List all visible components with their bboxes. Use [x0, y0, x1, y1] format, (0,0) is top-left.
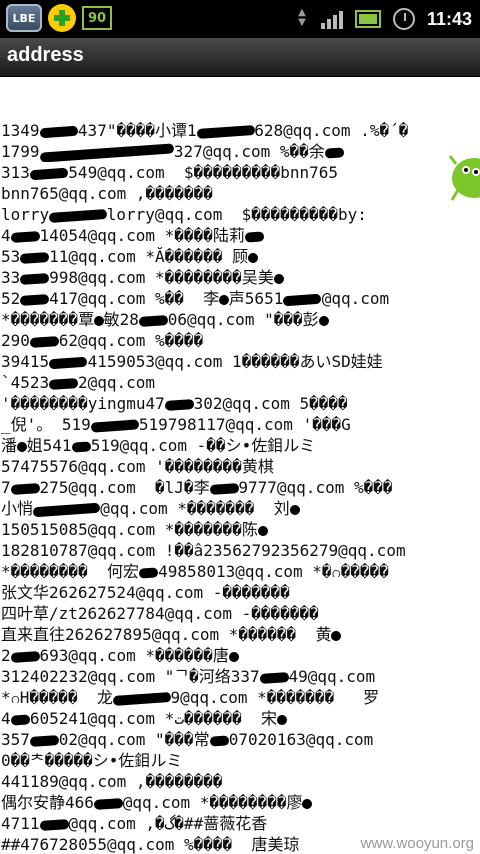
- redaction-mark: [93, 315, 105, 326]
- redaction-mark: [244, 230, 265, 243]
- address-line: *ဂH����� 龙 9@qq.com *������� 罗: [1, 688, 380, 707]
- address-line: 4 14054@qq.com *����陆莉: [0, 225, 480, 246]
- address-line: 53 11@qq.com *Ă������ 顾: [0, 246, 480, 267]
- redaction-mark: [19, 251, 50, 264]
- redaction-mark: [10, 650, 40, 663]
- battery-percent-badge: 90: [82, 6, 113, 30]
- redaction-mark: [10, 482, 40, 495]
- redaction-mark: [90, 418, 140, 433]
- address-line: 0��ᄎ�����シ•佐鉬ルミ: [1, 751, 183, 770]
- address-line: 290 62@qq.com %����: [1, 331, 204, 350]
- redaction-mark: [273, 273, 284, 284]
- redaction-mark: [32, 502, 101, 517]
- address-line: 441189@qq.com ,��������: [1, 772, 223, 791]
- watermark: www.wooyun.org: [360, 835, 474, 852]
- redaction-mark: [276, 714, 287, 725]
- address-line: `4523 2@qq.com: [1, 373, 156, 392]
- redaction-mark: [257, 525, 268, 536]
- address-line: 4711 @qq.com ,�گ�##蔷薇花香: [1, 814, 268, 833]
- redaction-mark: [324, 146, 345, 159]
- redaction-mark: [48, 377, 79, 390]
- address-line: 1349 437"����小谭1 628@qq.com .%�´�: [1, 121, 409, 140]
- address-line: 33 998@qq.com *��������吴美: [0, 267, 480, 288]
- redaction-mark: [29, 734, 60, 747]
- redaction-mark: [10, 713, 31, 726]
- address-line: 52 417@qq.com %�� 李声5651 @qq.com: [1, 289, 390, 308]
- address-line: 57475576@qq.com '��������黄棋: [1, 457, 274, 476]
- redaction-mark: [39, 818, 69, 831]
- address-line: 2 693@qq.com *������唐: [0, 645, 480, 666]
- address-line: bnn765@qq.com ,�������: [1, 184, 213, 203]
- redaction-mark: [19, 293, 50, 306]
- status-notifications: LBE 90: [6, 4, 113, 32]
- address-line: 张文华262627524@qq.com -�������: [1, 583, 290, 602]
- redaction-mark: [29, 335, 60, 348]
- redaction-mark: [48, 208, 108, 223]
- redaction-mark: [112, 691, 171, 706]
- page-title: address: [7, 44, 84, 66]
- app-title-bar: address: [0, 38, 480, 77]
- battery-icon: [354, 10, 381, 28]
- alarm-icon: [392, 8, 415, 30]
- redaction-mark: [19, 272, 50, 285]
- address-line: 直来直往262627895@qq.com *������ 黄: [0, 624, 480, 645]
- redaction-mark: [138, 314, 169, 327]
- signal-icon: [320, 9, 343, 29]
- redaction-mark: [209, 734, 230, 747]
- lbe-icon: LBE: [6, 4, 42, 32]
- redaction-mark: [71, 440, 92, 453]
- address-line: 357 02@qq.com "���常 07020163@qq.com: [1, 730, 374, 749]
- redaction-mark: [289, 504, 300, 515]
- address-line: 4 605241@qq.com *ت������ 宋: [0, 708, 480, 729]
- redaction-mark: [16, 441, 27, 452]
- redaction-mark: [196, 124, 255, 139]
- status-bar: LBE 90 ▲ ▼ 11:43: [0, 0, 480, 38]
- redaction-mark: [247, 252, 259, 263]
- redaction-mark: [39, 125, 79, 138]
- address-line: 四叶草/zt262627784@qq.com -�������: [1, 604, 319, 623]
- redaction-mark: [302, 798, 313, 809]
- status-system-icons: ▲ ▼ 11:43: [295, 0, 472, 38]
- address-line: 150515085@qq.com *�������陈: [0, 519, 480, 540]
- redaction-mark: [318, 315, 329, 326]
- clock: 11:43: [426, 8, 472, 29]
- address-line: lorry lorry@qq.com $���������by:: [1, 205, 367, 224]
- address-line: 39415 4159053@qq.com 1������あいSD娃娃: [1, 352, 383, 371]
- address-line: 潘姐541 519@qq.com -��シ•佐鉬ルミ: [1, 436, 316, 455]
- redaction-mark: [218, 294, 230, 305]
- address-text-view[interactable]: 1349 437"����小谭1 628@qq.com .%�´� 1799 327@q…: [0, 120, 480, 854]
- redaction-mark: [29, 167, 69, 180]
- redaction-mark: [259, 671, 289, 684]
- battery-percent-text: 90: [88, 10, 107, 26]
- address-line: *�������� 何宏 49858013@qq.com *�ဂ�����: [1, 562, 389, 581]
- address-line: 312402232@qq.com "ᄀ�河络337 49@qq.com: [1, 667, 376, 686]
- address-line: _倪'。 519 519798117@qq.com '���G: [1, 415, 351, 434]
- redaction-mark: [138, 566, 159, 579]
- bug-droid-icon: [448, 155, 480, 201]
- address-line: *�������覃 敏28 06@qq.com "���彭: [0, 309, 480, 330]
- data-transfer-icon: ▲ ▼: [298, 7, 306, 28]
- redaction-mark: [209, 482, 239, 495]
- redaction-mark: [48, 356, 88, 369]
- redaction-mark: [164, 398, 194, 411]
- redaction-mark: [39, 142, 175, 162]
- redaction-mark: [228, 651, 239, 662]
- redaction-mark: [331, 630, 342, 641]
- lbe-label: LBE: [12, 11, 36, 25]
- address-line: 1799 327@qq.com %��余: [0, 141, 480, 162]
- address-line: 小悄 @qq.com *������� 刘: [0, 498, 480, 519]
- redaction-mark: [93, 797, 124, 810]
- address-line: '��������yingmu47 302@qq.com 5����: [1, 394, 348, 413]
- address-line: 313 549@qq.com $���������bnn765: [1, 163, 339, 182]
- redaction-mark: [10, 230, 40, 243]
- redaction-mark: [283, 293, 323, 306]
- address-line: 7 275@qq.com �lJ�李 9777@qq.com %���: [1, 478, 393, 497]
- address-line: 182810787@qq.com !��â2356279235627​9@qq.…: [1, 541, 406, 560]
- plus-icon: [48, 4, 76, 32]
- address-line: 偶尔安静466 @qq.com *��������廖: [0, 792, 480, 813]
